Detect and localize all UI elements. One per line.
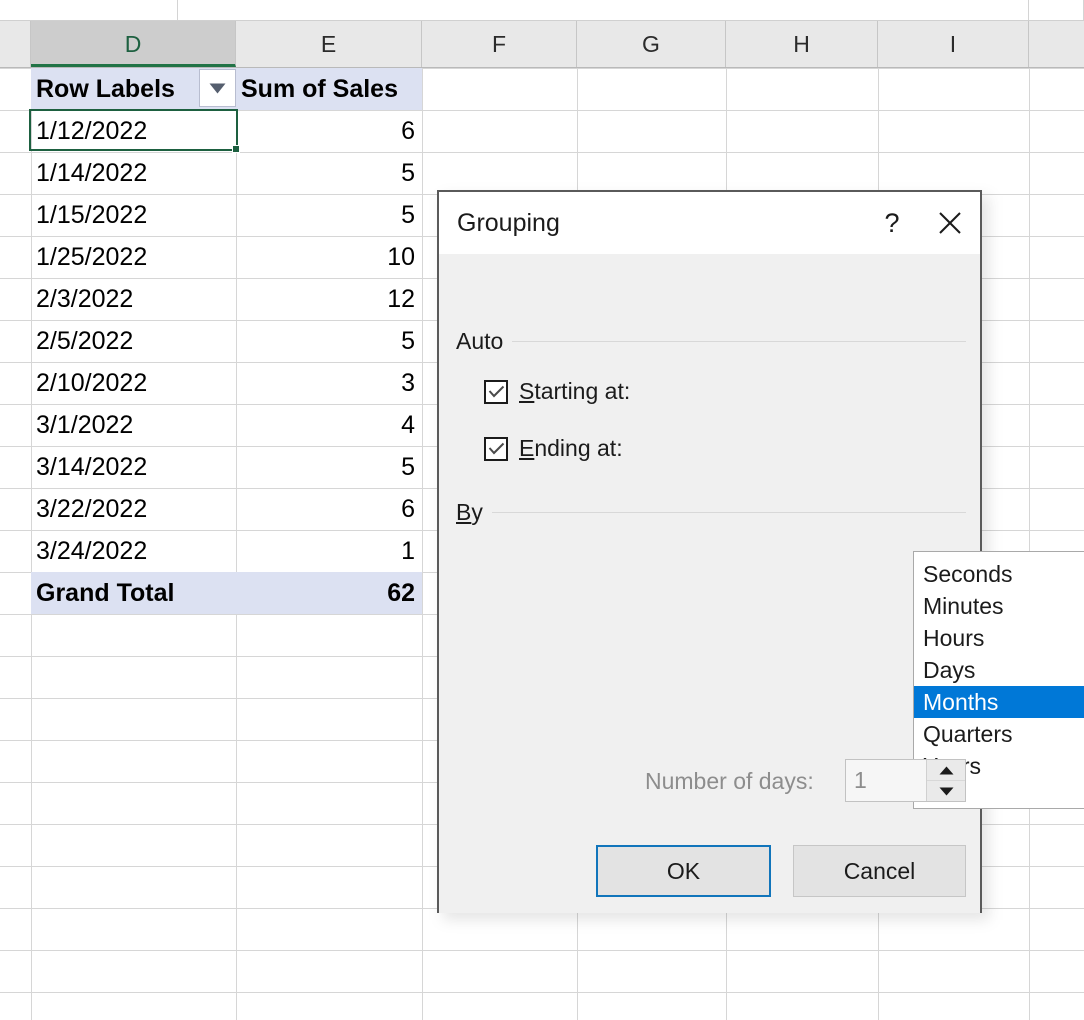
excel-screenshot: DEFGHI Row Labels Sum of Sales 1/12/2022 6 1… (0, 0, 1084, 1020)
cell-sales-5[interactable]: 5 (236, 320, 422, 362)
checkmark-icon (488, 385, 505, 398)
cell-date-2[interactable]: 1/15/2022 (31, 194, 236, 236)
cell-sales-10[interactable]: 1 (236, 530, 422, 572)
cell-sales-4[interactable]: 12 (236, 278, 422, 320)
dialog-title-bar[interactable]: Grouping ? (439, 192, 980, 254)
column-header-stub (0, 21, 31, 67)
cell-date-5[interactable]: 2/5/2022 (31, 320, 236, 362)
ending-at-checkbox-row[interactable]: Ending at: (484, 435, 623, 462)
chevron-down-icon (209, 83, 226, 94)
cell-sales-6[interactable]: 3 (236, 362, 422, 404)
auto-group-rule (512, 341, 966, 342)
by-listbox-items: SecondsMinutesHoursDaysMonthsQuartersYea… (914, 552, 1084, 782)
auto-group-label: Auto (456, 328, 504, 354)
cell-date-8[interactable]: 3/14/2022 (31, 446, 236, 488)
decrement-button[interactable] (927, 780, 965, 801)
top-strip-segment (178, 0, 1029, 20)
close-button[interactable] (920, 192, 980, 254)
grid-column-line (1029, 68, 1030, 1020)
grid-row-line (0, 950, 1084, 951)
triangle-up-icon (939, 766, 954, 775)
starting-at-rest: tarting at: (534, 378, 631, 404)
title-bar-buttons: ? (864, 192, 980, 254)
checkmark-icon (488, 442, 505, 455)
cell-sales-9[interactable]: 6 (236, 488, 422, 530)
cancel-button[interactable]: Cancel (793, 845, 966, 897)
column-header-h[interactable]: H (726, 21, 878, 67)
by-group-label: By (456, 499, 483, 526)
triangle-down-icon (939, 787, 954, 796)
close-icon (937, 210, 963, 236)
column-header-d[interactable]: D (31, 21, 236, 67)
starting-at-accel: S (519, 378, 535, 404)
cell-date-10[interactable]: 3/24/2022 (31, 530, 236, 572)
cell-sales-3[interactable]: 10 (236, 236, 422, 278)
ending-at-accel: E (519, 435, 535, 461)
cell-sales-0[interactable]: 6 (236, 110, 422, 152)
column-header-e[interactable]: E (236, 21, 422, 67)
cell-sales-8[interactable]: 5 (236, 446, 422, 488)
starting-at-label: Starting at: (519, 378, 630, 405)
cell-date-7[interactable]: 3/1/2022 (31, 404, 236, 446)
by-option-seconds[interactable]: Seconds (914, 558, 1084, 590)
number-of-days-spin-buttons (926, 760, 965, 801)
dialog-title: Grouping (457, 208, 560, 237)
row-labels-filter-button[interactable] (199, 69, 236, 107)
cell-grand-total-value[interactable]: 62 (236, 572, 422, 614)
ending-at-label: Ending at: (519, 435, 623, 462)
ending-at-rest: nding at: (534, 435, 623, 461)
cell-sales-1[interactable]: 5 (236, 152, 422, 194)
cell-date-9[interactable]: 3/22/2022 (31, 488, 236, 530)
increment-button[interactable] (927, 760, 965, 780)
cell-date-1[interactable]: 1/14/2022 (31, 152, 236, 194)
cell-sales-2[interactable]: 5 (236, 194, 422, 236)
ok-button[interactable]: OK (596, 845, 771, 897)
column-header-g[interactable]: G (577, 21, 726, 67)
number-of-days-label: Number of days: (645, 768, 814, 794)
starting-at-checkbox[interactable] (484, 379, 508, 404)
cell-date-4[interactable]: 2/3/2022 (31, 278, 236, 320)
by-option-minutes[interactable]: Minutes (914, 590, 1084, 622)
top-strip-segment (1029, 0, 1084, 20)
by-rest: y (471, 499, 483, 525)
cell-sum-of-sales-header[interactable]: Sum of Sales (236, 68, 422, 110)
by-group-rule (491, 512, 966, 513)
dialog-body: Auto Starting at: 1/12/2022 (439, 254, 1084, 913)
starting-at-checkbox-row[interactable]: Starting at: (484, 378, 630, 405)
auto-group-header: Auto (456, 328, 966, 355)
cell-sales-7[interactable]: 4 (236, 404, 422, 446)
by-option-hours[interactable]: Hours (914, 622, 1084, 654)
cell-date-0[interactable]: 1/12/2022 (31, 110, 236, 152)
cell-grand-total-label[interactable]: Grand Total (31, 572, 236, 614)
grid-column-line (422, 68, 423, 1020)
by-option-quarters[interactable]: Quarters (914, 718, 1084, 750)
fill-handle[interactable] (232, 145, 240, 153)
column-header-i[interactable]: I (878, 21, 1029, 67)
grid-row-line (0, 992, 1084, 993)
column-header-band: DEFGHI (0, 21, 1084, 68)
number-of-days-value[interactable]: 1 (846, 760, 926, 801)
ending-at-checkbox[interactable] (484, 436, 508, 461)
by-group-header: By (456, 499, 966, 526)
by-option-days[interactable]: Days (914, 654, 1084, 686)
help-button[interactable]: ? (864, 192, 920, 254)
by-option-months[interactable]: Months (914, 686, 1084, 718)
top-strip (0, 0, 1084, 21)
grouping-dialog: Grouping ? Auto Starting at: Ending at: … (437, 190, 1084, 913)
by-accel: B (456, 499, 472, 525)
cell-date-6[interactable]: 2/10/2022 (31, 362, 236, 404)
column-header-f[interactable]: F (422, 21, 577, 67)
cell-date-3[interactable]: 1/25/2022 (31, 236, 236, 278)
number-of-days-spinner[interactable]: 1 (845, 759, 966, 802)
top-strip-segment (0, 0, 178, 20)
